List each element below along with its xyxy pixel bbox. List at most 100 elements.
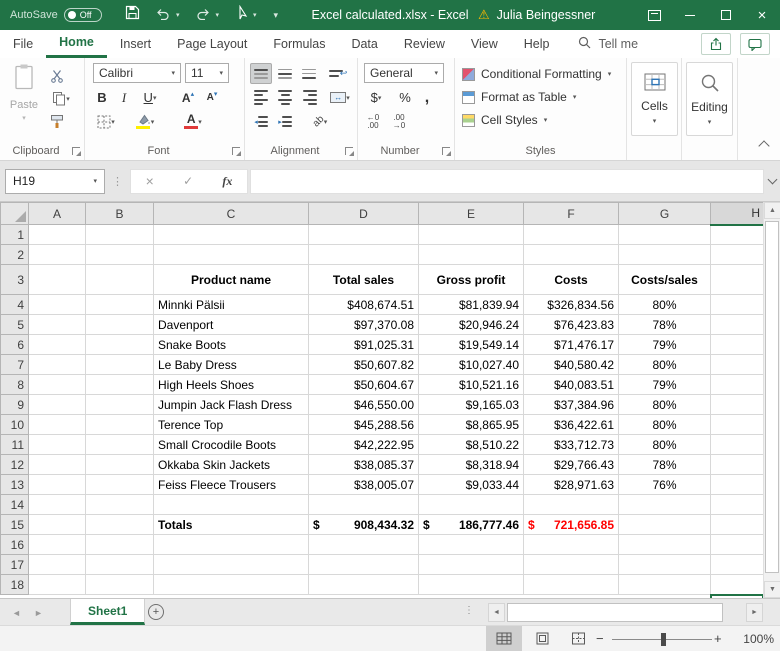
clipboard-dialog-launcher-icon[interactable] xyxy=(72,147,81,156)
undo-dropdown-icon[interactable]: ▾ xyxy=(176,11,180,19)
cell-gross-profit[interactable]: $8,510.22 xyxy=(418,434,524,455)
cell-total-sales[interactable]: $408,674.51 xyxy=(308,294,419,315)
cell[interactable] xyxy=(710,574,763,595)
cells-button[interactable]: Cells ▾ xyxy=(631,62,678,136)
tab-home[interactable]: Home xyxy=(46,30,107,58)
cell[interactable] xyxy=(710,474,763,495)
borders-button[interactable]: ▾ xyxy=(91,111,121,132)
cell-costs-sales[interactable]: 79% xyxy=(618,334,711,355)
cell-gross-profit[interactable]: $81,839.94 xyxy=(418,294,524,315)
row-header[interactable]: 15 xyxy=(0,514,29,535)
number-dialog-launcher-icon[interactable] xyxy=(442,147,451,156)
totals-gross-profit-cell[interactable]: $186,777.46 xyxy=(418,514,524,535)
minimize-button[interactable] xyxy=(672,0,708,30)
cell-costs[interactable]: $71,476.17 xyxy=(523,334,619,355)
autosave-control[interactable]: AutoSave Off xyxy=(10,0,102,30)
cell-total-sales[interactable]: $97,370.08 xyxy=(308,314,419,335)
cell[interactable] xyxy=(28,554,86,575)
cell[interactable] xyxy=(418,554,524,575)
merge-center-button[interactable]: ↔ ▾ xyxy=(325,87,355,108)
cell[interactable] xyxy=(153,244,309,265)
cell[interactable] xyxy=(85,434,154,455)
decrease-indent-button[interactable]: ◂ xyxy=(250,111,272,132)
cell-costs-sales[interactable]: 80% xyxy=(618,294,711,315)
column-header-d[interactable]: D xyxy=(308,202,419,225)
cell[interactable] xyxy=(308,554,419,575)
number-format-select[interactable]: General ▾ xyxy=(364,63,444,83)
cell[interactable] xyxy=(28,224,86,245)
cell-total-sales[interactable]: $50,604.67 xyxy=(308,374,419,395)
cell-total-sales[interactable]: $45,288.56 xyxy=(308,414,419,435)
row-header[interactable]: 9 xyxy=(0,394,29,415)
cell[interactable] xyxy=(85,534,154,555)
font-size-select[interactable]: 11 ▾ xyxy=(185,63,229,83)
row-header[interactable]: 5 xyxy=(0,314,29,335)
collapse-ribbon-icon[interactable] xyxy=(758,140,770,152)
insert-function-button[interactable]: fx xyxy=(222,174,232,189)
cell[interactable] xyxy=(28,334,86,355)
cell-costs-sales[interactable]: 80% xyxy=(618,354,711,375)
cell[interactable] xyxy=(308,574,419,595)
row-header[interactable]: 13 xyxy=(0,474,29,495)
account-area[interactable]: ⚠ Julia Beingessner xyxy=(478,0,595,30)
customize-qat-icon[interactable]: ▾ xyxy=(274,10,279,21)
cell-product[interactable]: Davenport xyxy=(153,314,309,335)
cell-gross-profit[interactable]: $8,865.95 xyxy=(418,414,524,435)
paste-button[interactable]: Paste ▾ xyxy=(6,63,42,137)
next-sheet-icon[interactable]: ► xyxy=(34,599,43,626)
cell[interactable] xyxy=(710,374,763,395)
italic-button[interactable]: I xyxy=(113,87,135,108)
row-header[interactable]: 7 xyxy=(0,354,29,375)
zoom-in-icon[interactable]: + xyxy=(714,626,722,651)
cell-total-sales[interactable]: $91,025.31 xyxy=(308,334,419,355)
vertical-scrollbar[interactable]: ▲ ▼ xyxy=(763,202,780,598)
cell[interactable] xyxy=(710,334,763,355)
cell[interactable] xyxy=(710,494,763,515)
cell[interactable] xyxy=(523,244,619,265)
cell-gross-profit[interactable]: $10,521.16 xyxy=(418,374,524,395)
cell-gross-profit[interactable]: $20,946.24 xyxy=(418,314,524,335)
undo-icon[interactable] xyxy=(155,6,171,25)
cell[interactable] xyxy=(710,394,763,415)
row-header[interactable]: 1 xyxy=(0,224,29,245)
cell-costs[interactable]: $36,422.61 xyxy=(523,414,619,435)
cell-costs[interactable]: $29,766.43 xyxy=(523,454,619,475)
cell-costs-sales[interactable]: 79% xyxy=(618,374,711,395)
font-name-select[interactable]: Calibri ▾ xyxy=(93,63,181,83)
cell[interactable] xyxy=(618,224,711,245)
page-break-preview-button[interactable] xyxy=(560,626,596,651)
cell-total-sales[interactable]: $50,607.82 xyxy=(308,354,419,375)
cell[interactable] xyxy=(85,414,154,435)
prev-sheet-icon[interactable]: ◄ xyxy=(12,599,21,626)
row-header[interactable]: 2 xyxy=(0,244,29,265)
cell[interactable] xyxy=(523,224,619,245)
cell-gross-profit[interactable]: $9,033.44 xyxy=(418,474,524,495)
cell-total-sales[interactable]: $38,005.07 xyxy=(308,474,419,495)
alignment-dialog-launcher-icon[interactable] xyxy=(345,147,354,156)
cell-product[interactable]: High Heels Shoes xyxy=(153,374,309,395)
name-box[interactable]: H19 ▾ xyxy=(5,168,105,194)
row-header[interactable]: 17 xyxy=(0,554,29,575)
cell-product[interactable]: Small Crocodile Boots xyxy=(153,434,309,455)
column-header-e[interactable]: E xyxy=(418,202,524,225)
cell[interactable] xyxy=(28,264,86,295)
row-header[interactable]: 3 xyxy=(0,264,29,295)
cell[interactable] xyxy=(153,574,309,595)
cell[interactable] xyxy=(28,294,86,315)
cell[interactable] xyxy=(618,244,711,265)
row-header[interactable]: 16 xyxy=(0,534,29,555)
enter-icon[interactable]: ✓ xyxy=(183,174,193,188)
cell[interactable] xyxy=(153,534,309,555)
select-all-corner[interactable] xyxy=(0,202,29,225)
autosave-toggle[interactable]: Off xyxy=(63,8,102,22)
cell-costs[interactable]: $326,834.56 xyxy=(523,294,619,315)
cell-product[interactable]: Feiss Fleece Trousers xyxy=(153,474,309,495)
table-header-costs-sales[interactable]: Costs/sales xyxy=(618,264,711,295)
formula-input[interactable] xyxy=(250,168,764,194)
cell[interactable] xyxy=(85,454,154,475)
tab-view[interactable]: View xyxy=(458,30,511,58)
scroll-right-icon[interactable]: ► xyxy=(746,603,763,622)
decrease-decimal-button[interactable]: .00 →0 xyxy=(388,111,410,132)
cell[interactable] xyxy=(418,534,524,555)
page-layout-view-button[interactable] xyxy=(524,626,560,651)
